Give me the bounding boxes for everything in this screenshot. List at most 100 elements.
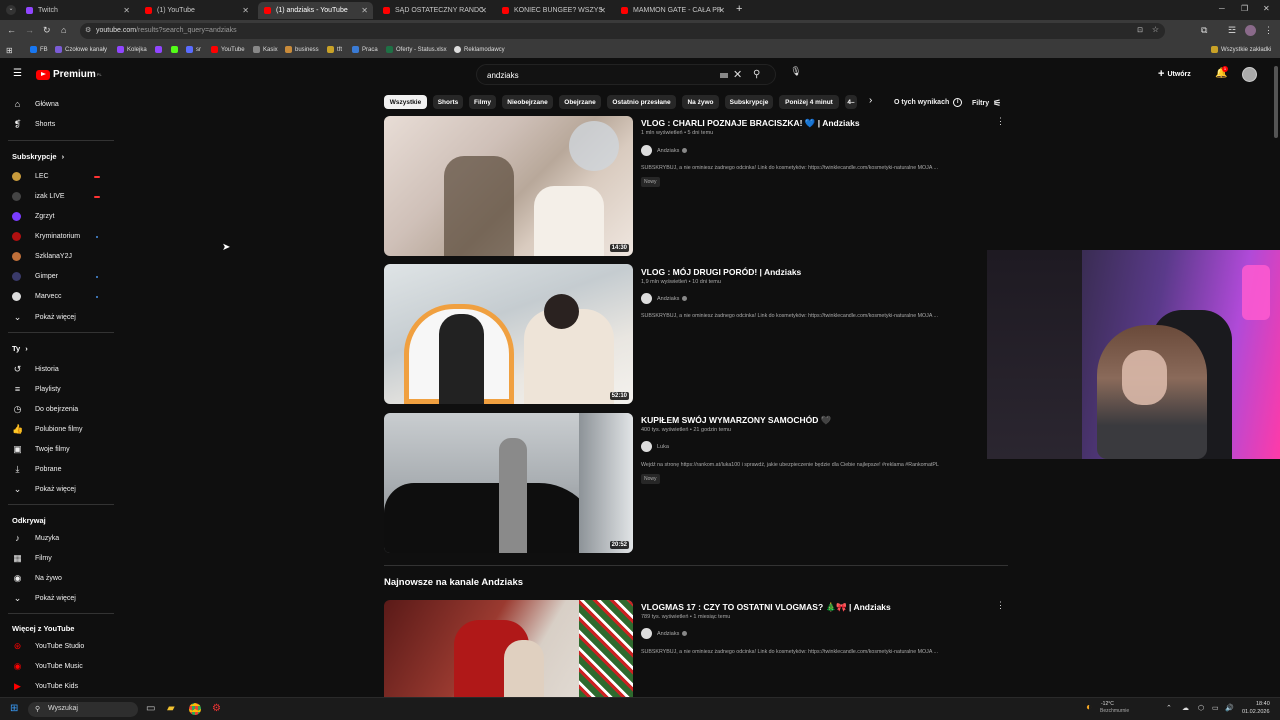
browser-tab[interactable]: KONIEC BUNGEE? WSZYSCY W✕ [496, 2, 611, 19]
chip-shorts[interactable]: Shorts [433, 95, 463, 109]
video-thumbnail[interactable]: 14:30 [384, 116, 633, 256]
sidebar-subscription[interactable]: Marvecc [12, 292, 61, 301]
bookmark-item[interactable] [171, 46, 181, 53]
home-icon[interactable]: ⌂ [61, 25, 66, 35]
volume-icon[interactable]: 🔊 [1225, 704, 1234, 712]
sidebar-item-playlists[interactable]: ≡ Playlisty [12, 384, 61, 394]
hamburger-menu-icon[interactable]: ☰ [13, 68, 22, 79]
bookmark-item[interactable]: Kasix [253, 46, 278, 53]
tab-search-icon[interactable]: ⌄ [6, 5, 16, 15]
back-icon[interactable]: ← [7, 25, 16, 35]
maximize-icon[interactable]: ❐ [1241, 4, 1248, 13]
video-title[interactable]: VLOGMAS 17 : CZY TO OSTATNI VLOGMAS? 🎄🎀 … [641, 602, 891, 613]
channel-link[interactable]: Andziaks [641, 293, 688, 304]
reload-icon[interactable]: ↻ [43, 25, 51, 36]
sidebar-item-your-videos[interactable]: ▣ Twoje filmy [12, 444, 69, 455]
sidebar-show-more[interactable]: ⌄ Pokaż więcej [12, 312, 76, 323]
filters-button[interactable]: Filtry ⚟ [972, 98, 1001, 109]
bookmark-item[interactable]: Czołowe kanały [55, 46, 107, 53]
page-scrollbar[interactable] [1274, 66, 1278, 138]
menu-kebab-icon[interactable]: ⋮ [1264, 25, 1273, 36]
bookmark-item[interactable]: Praca [352, 46, 378, 53]
sidebar-subscription[interactable]: izak LIVE [12, 192, 65, 201]
sidebar-subscription[interactable]: LEC [12, 172, 49, 181]
search-input[interactable]: andziaks [487, 71, 519, 80]
app-icon[interactable]: ⚙ [212, 703, 221, 714]
sidebar-subscription[interactable]: Kryminatorium [12, 232, 80, 241]
close-window-icon[interactable]: ✕ [1263, 4, 1270, 13]
extensions-icon[interactable]: ⧉ [1201, 25, 1207, 36]
chip-recently-uploaded[interactable]: Ostatnio przesłane [607, 95, 676, 109]
channel-link[interactable]: Luka [641, 441, 669, 452]
channel-link[interactable]: Andziaks [641, 628, 688, 639]
tray-app-icon[interactable]: ☁ [1182, 704, 1189, 712]
video-menu-kebab-icon[interactable]: ⋮ [996, 116, 1005, 127]
bookmark-item[interactable]: Oferty - Status.xlsx [386, 46, 447, 53]
apps-grid-icon[interactable]: ⊞ [6, 46, 13, 55]
browser-tab[interactable]: (1) YouTube ✕ [139, 2, 254, 19]
search-box[interactable]: andziaks ✕ ⚲ [476, 64, 776, 85]
sidebar-item-home[interactable]: ⌂ Główna [12, 99, 59, 109]
task-view-icon[interactable]: ▭ [146, 703, 155, 714]
clock-time[interactable]: 18:40 [1256, 701, 1270, 707]
channel-link[interactable]: Andziaks [641, 145, 688, 156]
youtube-premium-logo[interactable]: Premium PL [36, 69, 102, 80]
chip-unwatched[interactable]: Nieobejrzane [502, 95, 553, 109]
bookmark-item[interactable]: Kolejka [117, 46, 147, 53]
weather-icon[interactable]: ◐ [1086, 702, 1092, 713]
video-menu-kebab-icon[interactable]: ⋮ [996, 600, 1005, 611]
search-icon[interactable]: ⚲ [753, 69, 760, 80]
tab-close-icon[interactable]: ✕ [480, 6, 487, 15]
create-button[interactable]: + Utwórz [1158, 66, 1191, 82]
file-explorer-icon[interactable]: ▰ [167, 703, 175, 714]
network-icon[interactable]: ▭ [1212, 704, 1219, 712]
chip-all[interactable]: Wszystkie [384, 95, 427, 109]
forward-icon[interactable]: → [25, 25, 34, 35]
tab-close-icon[interactable]: ✕ [123, 6, 130, 15]
clear-search-icon[interactable]: ✕ [733, 68, 742, 81]
sidebar-item-music[interactable]: ♪ Muzyka [12, 533, 59, 543]
video-title[interactable]: VLOG : MÓJ DRUGI PORÓD! | Andziaks [641, 267, 801, 277]
video-title[interactable]: KUPIŁEM SWÓJ WYMARZONY SAMOCHÓD 🖤 [641, 415, 831, 426]
about-results[interactable]: O tych wynikach i [894, 98, 963, 107]
bookmark-item[interactable]: business [285, 46, 319, 53]
sidebar-subscription[interactable]: Gimper [12, 272, 58, 281]
bookmark-item[interactable]: Reklamodawcy [454, 46, 505, 53]
bookmark-item[interactable]: tft [327, 46, 342, 53]
tab-close-icon[interactable]: ✕ [242, 6, 249, 15]
bookmark-item[interactable]: YouTube [211, 46, 245, 53]
address-bar[interactable]: ⚙ youtube.com/results?search_query=andzi… [80, 23, 1165, 39]
site-info-icon[interactable]: ⚙ [85, 26, 91, 34]
tab-close-icon[interactable]: ✕ [599, 6, 606, 15]
tab-close-icon[interactable]: ✕ [718, 6, 725, 15]
chips-next-icon[interactable]: › [869, 95, 872, 106]
bookmark-item[interactable]: FB [30, 46, 48, 53]
sidebar-item-watch-later[interactable]: ◷ Do obejrzenia [12, 404, 79, 415]
sidebar-item-films[interactable]: ▦ Filmy [12, 553, 51, 564]
extension-icon[interactable]: ☲ [1228, 25, 1236, 36]
video-title[interactable]: VLOG : CHARLI POZNAJE BRACISZKA! 💙 | And… [641, 118, 860, 129]
chrome-icon[interactable] [189, 703, 201, 715]
profile-avatar[interactable] [1245, 25, 1256, 36]
sidebar-item-liked[interactable]: 👍 Polubione filmy [12, 424, 82, 435]
sidebar-item-youtube-music[interactable]: ◉ YouTube Music [12, 661, 83, 672]
browser-tab[interactable]: SĄD OSTATECZNY RANDOMBI✕ [377, 2, 492, 19]
sidebar-show-more[interactable]: ⌄ Pokaż więcej [12, 593, 76, 604]
bookmark-item[interactable] [155, 46, 165, 53]
video-thumbnail[interactable]: 20:52 [384, 413, 633, 553]
keyboard-icon[interactable] [720, 73, 728, 78]
sidebar-subscription[interactable]: SzklanaY2J [12, 252, 72, 261]
chip-watched[interactable]: Obejrzane [559, 95, 601, 109]
you-heading[interactable]: Ty › [12, 344, 28, 353]
browser-tab-active[interactable]: (1) andziaks - YouTube ✕ [258, 2, 373, 19]
sidebar-item-youtube-kids[interactable]: ▶ YouTube Kids [12, 681, 78, 692]
subscriptions-heading[interactable]: Subskrypcje › [12, 152, 64, 161]
clock-date[interactable]: 01.02.2026 [1242, 709, 1270, 715]
new-tab-button[interactable]: + [736, 3, 742, 15]
minimize-icon[interactable]: ─ [1219, 4, 1225, 13]
chip-films[interactable]: Filmy [469, 95, 496, 109]
sidebar-show-more[interactable]: ⌄ Pokaż więcej [12, 484, 76, 495]
chip-live[interactable]: Na żywo [682, 95, 719, 109]
sidebar-subscription[interactable]: Zgrzyt [12, 212, 54, 221]
video-thumbnail[interactable] [384, 600, 633, 697]
